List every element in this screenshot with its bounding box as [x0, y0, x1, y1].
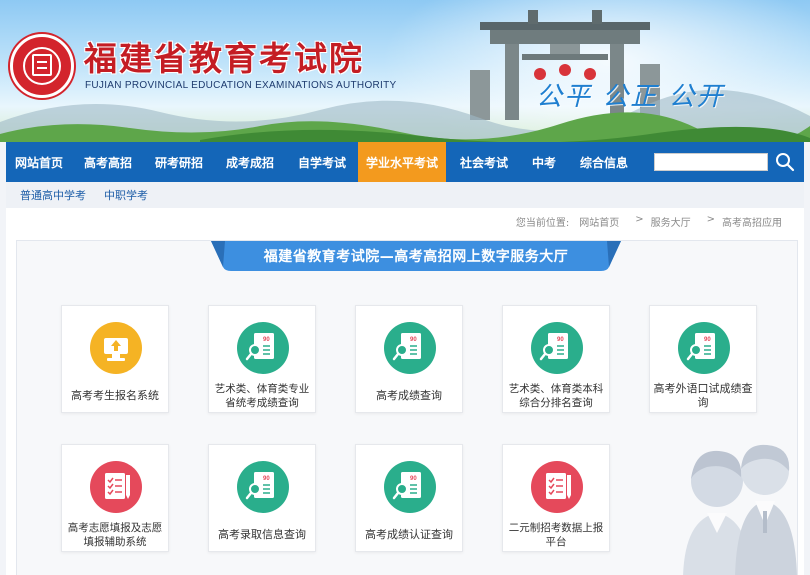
site-title: 福建省教育考试院	[84, 39, 364, 78]
search-input[interactable]	[654, 153, 768, 171]
service-label: 艺术类、体育类本科综合分排名查询	[508, 383, 604, 409]
breadcrumb-separator: >	[635, 214, 644, 225]
service-card-dual-system-reporting[interactable]: 二元制招考数据上报平台	[502, 444, 610, 552]
nav-item-self-study[interactable]: 自学考试	[286, 142, 358, 182]
service-card-admission-info[interactable]: 90 高考录取信息查询	[208, 444, 316, 552]
sub-nav: 普通高中学考 中职学考	[6, 182, 804, 208]
breadcrumb-prefix: 您当前位置:	[515, 218, 570, 229]
nav-item-adult[interactable]: 成考成招	[214, 142, 286, 182]
nav-item-gaokao[interactable]: 高考高招	[72, 142, 144, 182]
score-search-icon: 90	[678, 322, 730, 374]
svg-text:90: 90	[263, 476, 270, 482]
svg-text:90: 90	[263, 337, 270, 343]
service-card-art-sports-ranking[interactable]: 90 艺术类、体育类本科综合分排名查询	[502, 305, 610, 413]
institution-seal-logo	[10, 34, 74, 98]
search-icon[interactable]	[774, 150, 796, 174]
breadcrumb-link-hall[interactable]: 服务大厅	[651, 214, 691, 229]
service-card-registration[interactable]: 高考考生报名系统	[61, 305, 169, 413]
form-pen-icon	[531, 461, 583, 513]
page: 福建省教育考试院 FUJIAN PROVINCIAL EDUCATION EXA…	[0, 0, 810, 575]
service-hall-panel: 福建省教育考试院—高考高招网上数字服务大厅 高考考生报名系统 90 艺术类、体育…	[16, 240, 798, 575]
main-nav: 网站首页 高考高招 研考研招 成考成招 自学考试 学业水平考试 社会考试 中考 …	[6, 142, 804, 182]
site-subtitle: FUJIAN PROVINCIAL EDUCATION EXAMINATIONS…	[85, 80, 397, 91]
subnav-item-high-school[interactable]: 普通高中学考	[20, 187, 86, 203]
breadcrumb-link-home[interactable]: 网站首页	[579, 214, 619, 229]
customer-service-mascot-icon	[683, 444, 797, 575]
svg-text:90: 90	[557, 337, 564, 343]
nav-item-home[interactable]: 网站首页	[6, 142, 72, 182]
nav-item-zhongkao[interactable]: 中考	[522, 142, 566, 182]
svg-text:90: 90	[410, 337, 417, 343]
upload-icon	[90, 322, 142, 374]
header-banner: 福建省教育考试院 FUJIAN PROVINCIAL EDUCATION EXA…	[0, 0, 810, 142]
nav-item-proficiency[interactable]: 学业水平考试	[358, 142, 446, 182]
score-search-icon: 90	[531, 322, 583, 374]
service-label: 高考志愿填报及志愿填报辅助系统	[67, 522, 163, 548]
service-label: 艺术类、体育类专业省统考成绩查询	[214, 383, 310, 409]
score-search-icon: 90	[237, 322, 289, 374]
site-slogan: 公平 公正 公开	[536, 82, 725, 112]
service-label: 高考成绩查询	[376, 389, 442, 402]
score-search-icon: 90	[384, 322, 436, 374]
service-label: 二元制招考数据上报平台	[508, 522, 604, 548]
svg-text:90: 90	[410, 476, 417, 482]
main-content: 您当前位置: 网站首页 > 服务大厅 > 高考高招应用 福建省教育考试院—高考高…	[6, 208, 804, 575]
hall-title: 福建省教育考试院—高考高招网上数字服务大厅	[263, 249, 569, 265]
breadcrumb-current: 高考高招应用	[722, 218, 782, 229]
nav-item-graduate[interactable]: 研考研招	[144, 142, 214, 182]
service-card-oral-english-score[interactable]: 90 高考外语口试成绩查询	[649, 305, 757, 413]
service-label: 高考成绩认证查询	[365, 528, 453, 541]
breadcrumb: 您当前位置: 网站首页 > 服务大厅 > 高考高招应用	[516, 214, 782, 229]
subnav-item-vocational[interactable]: 中职学考	[104, 187, 148, 203]
service-card-gaokao-score[interactable]: 90 高考成绩查询	[355, 305, 463, 413]
form-pen-icon	[90, 461, 142, 513]
svg-text:90: 90	[704, 337, 711, 343]
service-card-score-certification[interactable]: 90 高考成绩认证查询	[355, 444, 463, 552]
nav-item-social[interactable]: 社会考试	[446, 142, 522, 182]
score-search-icon: 90	[237, 461, 289, 513]
service-label: 高考外语口试成绩查询	[653, 382, 753, 409]
service-label: 高考考生报名系统	[71, 389, 159, 402]
service-card-volunteer-filling[interactable]: 高考志愿填报及志愿填报辅助系统	[61, 444, 169, 552]
score-search-icon: 90	[384, 461, 436, 513]
service-label: 高考录取信息查询	[218, 528, 306, 541]
nav-item-general-info[interactable]: 综合信息	[566, 142, 642, 182]
service-card-art-sports-score[interactable]: 90 艺术类、体育类专业省统考成绩查询	[208, 305, 316, 413]
breadcrumb-separator: >	[706, 214, 715, 225]
